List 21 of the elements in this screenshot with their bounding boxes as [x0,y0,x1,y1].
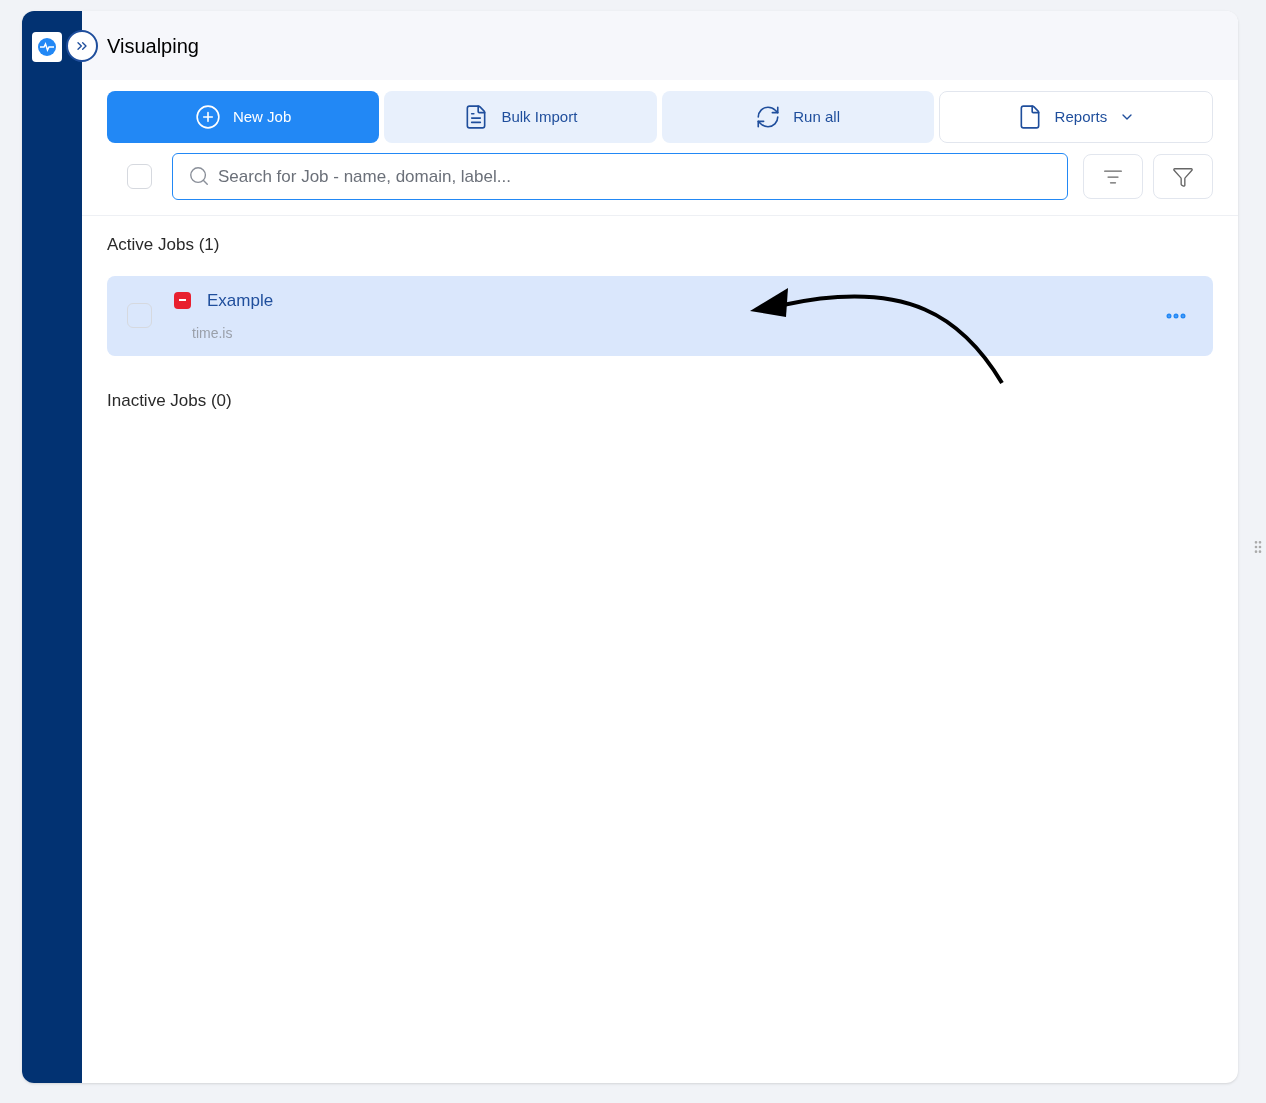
job-domain: time.is [192,324,234,343]
toolbar-button[interactable]: Bulk Import [384,91,657,143]
logo-icon [32,32,62,62]
site-favicon-icon [174,291,191,309]
sort-button[interactable] [1083,154,1143,199]
search-field[interactable]: Search for Job - name, domain, label... [172,153,1068,200]
filter-icon [1172,165,1194,188]
checkbox[interactable] [127,164,152,189]
checkbox[interactable] [127,303,152,328]
job-row[interactable]: Example time.is [107,275,1213,356]
job-name[interactable]: Example [207,287,274,313]
app-title: Visualping [107,33,199,59]
reports-dropdown[interactable]: Reports [938,91,1213,143]
button-icon [755,104,782,130]
search-icon [188,165,210,187]
filter-button[interactable] [1153,154,1213,199]
button-icon [194,104,221,130]
section-heading: Active Jobs (1) [107,234,221,256]
section-heading: Inactive Jobs (0) [107,389,233,412]
toolbar-button[interactable]: Run all [661,91,934,143]
toolbar-button[interactable]: New Job [107,91,380,143]
